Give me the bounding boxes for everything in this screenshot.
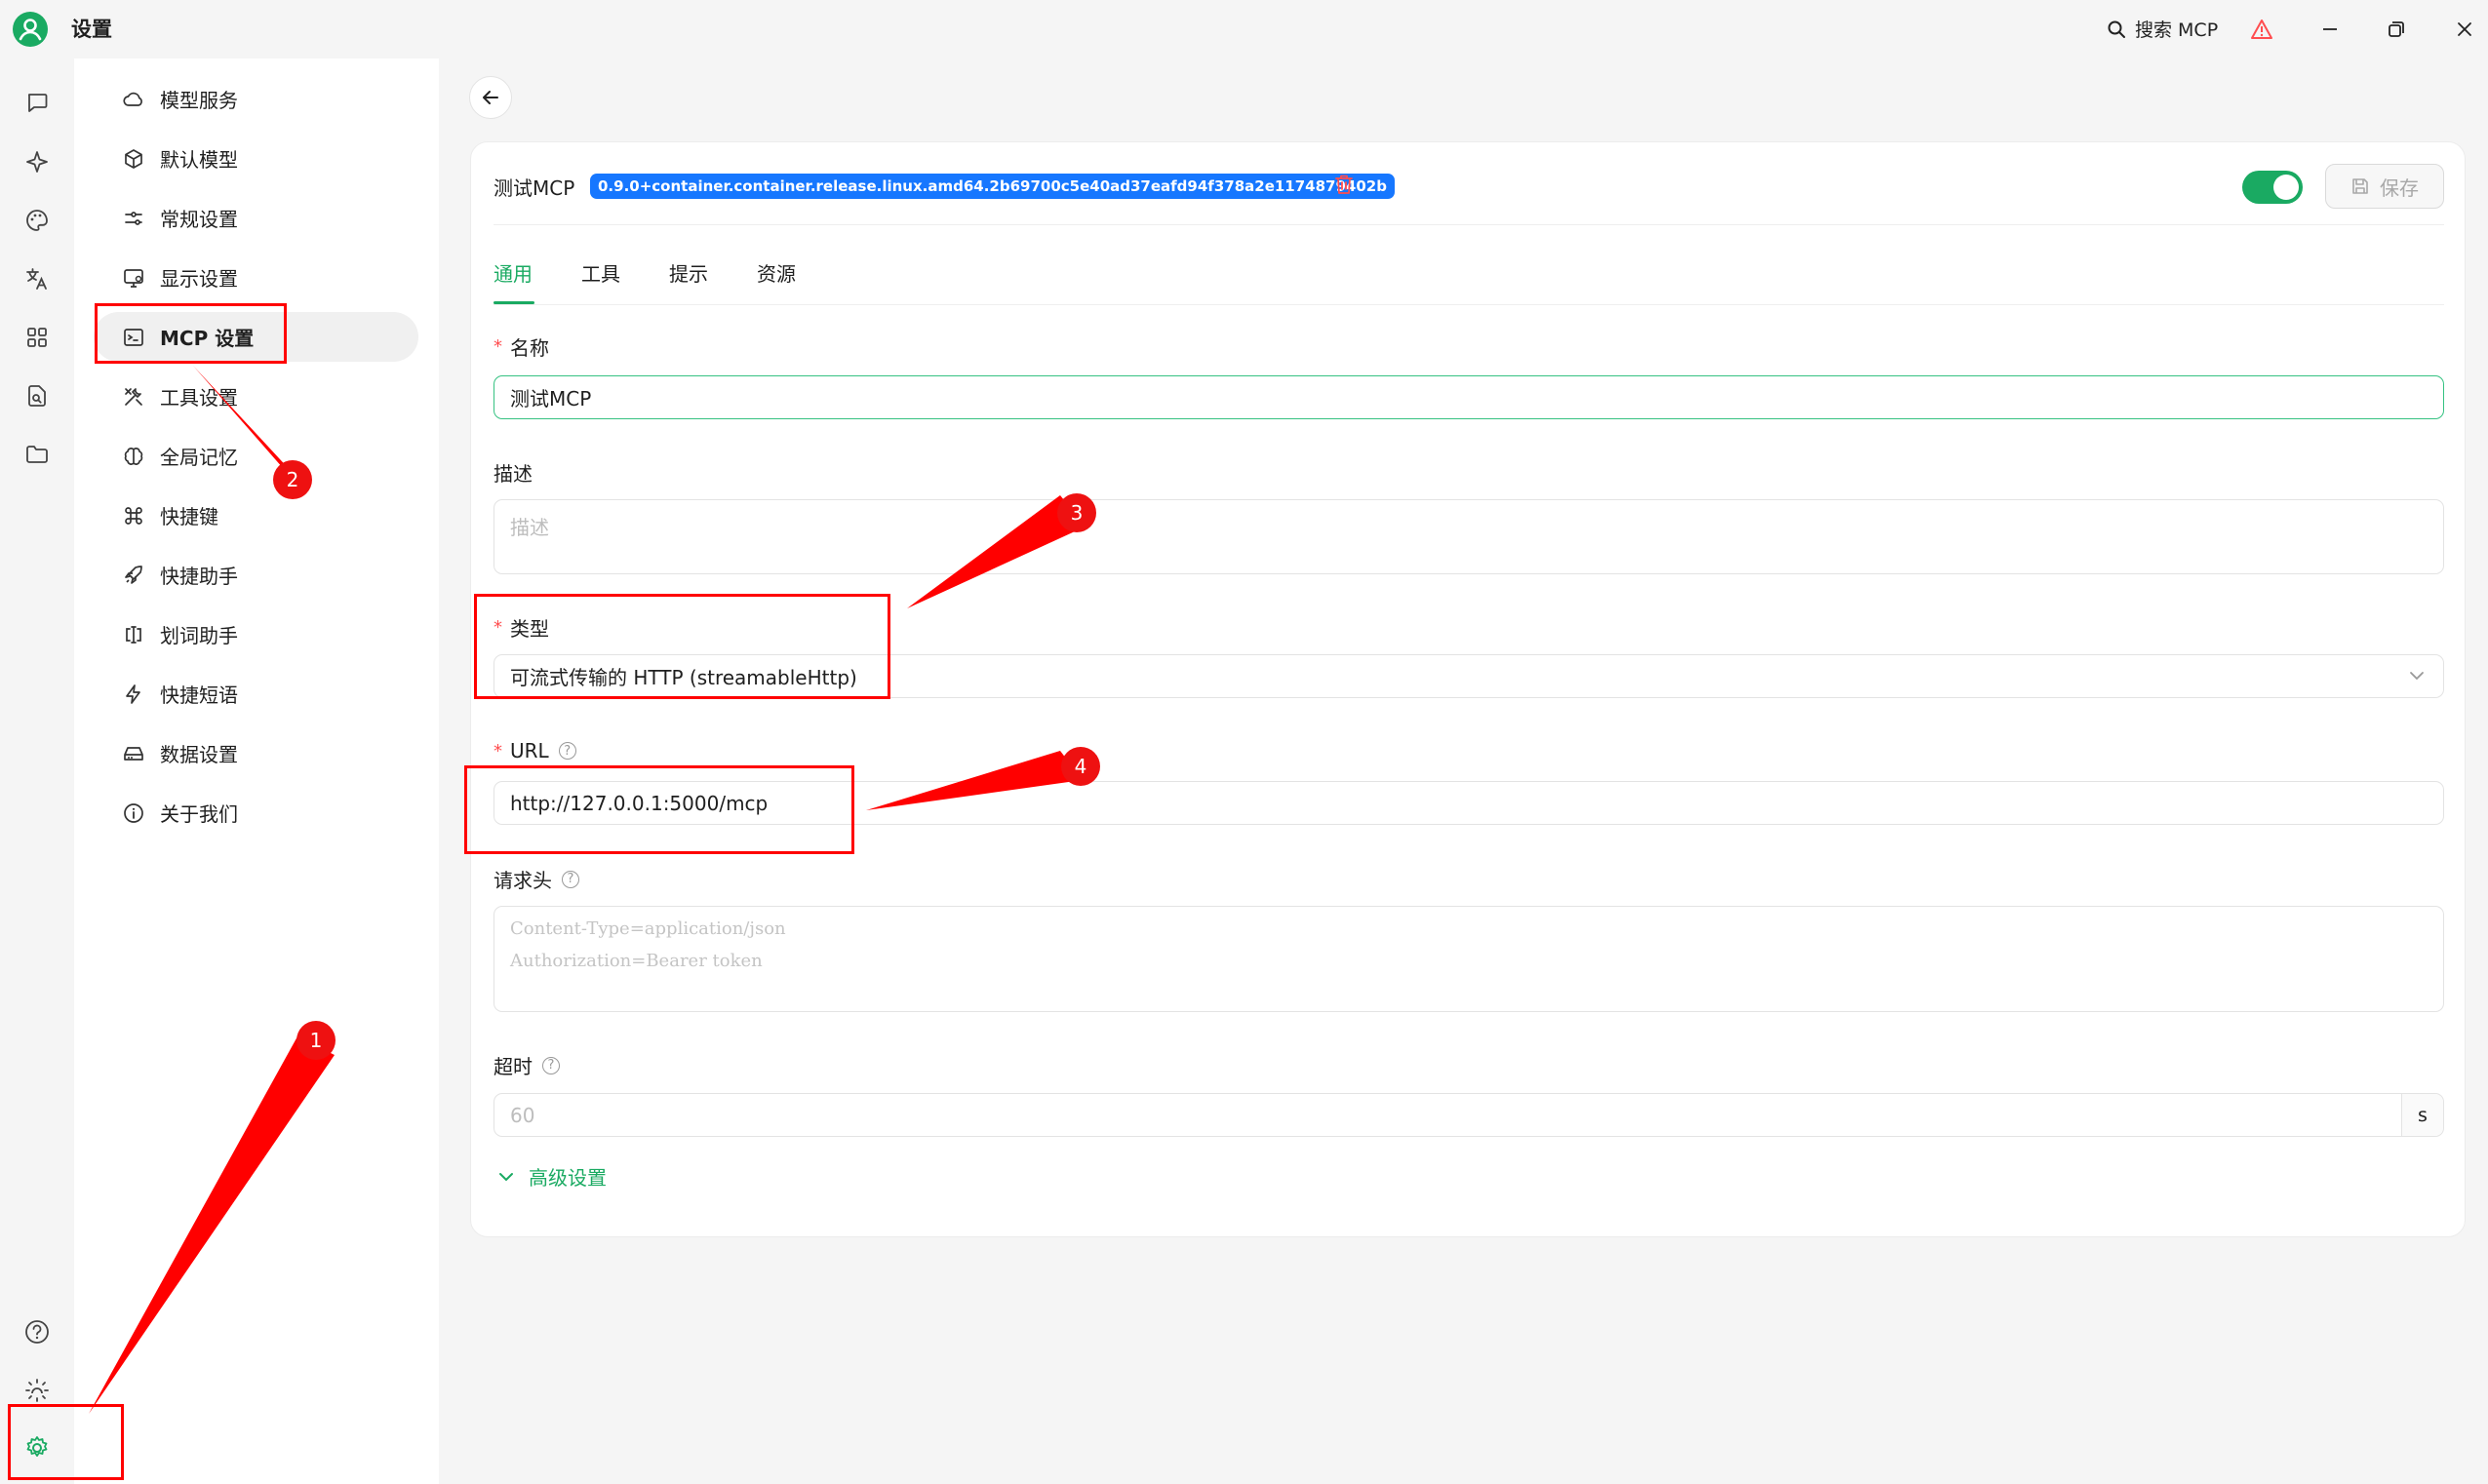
menu-item-data[interactable]: 数据设置 xyxy=(94,728,418,778)
menu-item-general[interactable]: 常规设置 xyxy=(94,193,418,243)
save-label: 保存 xyxy=(2380,176,2419,200)
menu-label: 全局记忆 xyxy=(160,446,238,469)
annotation-badge-1: 1 xyxy=(296,1021,336,1060)
annotation-badge-4: 4 xyxy=(1061,747,1100,786)
header-divider xyxy=(494,224,2444,225)
annotation-box-4 xyxy=(464,765,854,854)
menu-label: 默认模型 xyxy=(160,148,238,172)
sparkle-icon[interactable] xyxy=(20,144,55,179)
palette-icon[interactable] xyxy=(20,203,55,238)
menu-item-model-service[interactable]: 模型服务 xyxy=(94,74,418,124)
menu-label: 快捷键 xyxy=(160,505,218,528)
annotation-badge-2: 2 xyxy=(273,460,312,499)
description-label: 描述 xyxy=(494,462,533,486)
advanced-settings-toggle[interactable]: 高级设置 xyxy=(497,1162,607,1191)
search-icon xyxy=(2107,20,2126,39)
annotation-box-2 xyxy=(95,303,287,364)
tab-tools[interactable]: 工具 xyxy=(581,258,620,287)
tabs-divider xyxy=(494,304,2444,305)
menu-label: 划词助手 xyxy=(160,624,238,647)
chevron-down-icon xyxy=(2410,672,2424,681)
server-name-title: 测试MCP xyxy=(494,176,575,200)
menu-label: 快捷助手 xyxy=(160,565,238,588)
title-bar: 设置 搜索 MCP xyxy=(0,0,2488,59)
timeout-label: 超时? xyxy=(494,1051,560,1079)
menu-item-tools[interactable]: 工具设置 xyxy=(94,371,418,421)
translate-icon[interactable] xyxy=(20,261,55,296)
menu-item-about[interactable]: 关于我们 xyxy=(94,788,418,838)
chevron-down-icon xyxy=(499,1172,513,1181)
back-button[interactable] xyxy=(469,76,512,119)
menu-item-shortcuts[interactable]: 快捷键 xyxy=(94,490,418,540)
settings-menu: 模型服务 默认模型 常规设置 显示设置 MCP 设置 工具设置 全局记忆 快捷键… xyxy=(74,59,439,1484)
minimize-button[interactable] xyxy=(2312,12,2348,47)
menu-label: 关于我们 xyxy=(160,802,238,826)
brain-icon xyxy=(121,444,146,469)
theme-icon[interactable] xyxy=(20,1373,55,1408)
app-title: 设置 xyxy=(71,18,112,41)
menu-label: 显示设置 xyxy=(160,267,238,291)
menu-label: 常规设置 xyxy=(160,208,238,231)
timeout-help-icon: ? xyxy=(542,1056,560,1074)
delete-icon[interactable] xyxy=(1333,173,1355,196)
cloud-icon xyxy=(121,87,146,112)
save-button[interactable]: 保存 xyxy=(2325,164,2444,209)
user-avatar[interactable] xyxy=(13,12,48,47)
arrow-left-icon xyxy=(483,91,498,104)
menu-item-selection-assistant[interactable]: 划词助手 xyxy=(94,609,418,659)
sliders-icon xyxy=(121,206,146,231)
menu-label: 模型服务 xyxy=(160,89,238,112)
headers-label: 请求头? xyxy=(494,865,579,893)
hard-drive-icon xyxy=(121,741,146,766)
info-icon xyxy=(121,801,146,826)
menu-label: 快捷短语 xyxy=(160,683,238,707)
headers-input[interactable]: Content-Type=application/json Authorizat… xyxy=(494,906,2444,1012)
warning-icon[interactable] xyxy=(2244,12,2279,47)
enable-toggle[interactable] xyxy=(2242,171,2303,204)
file-search-icon[interactable] xyxy=(20,378,55,413)
timeout-unit: s xyxy=(2401,1094,2443,1136)
name-label: * 名称 xyxy=(494,336,549,360)
search-mcp-button[interactable]: 搜索 MCP xyxy=(2107,16,2218,42)
tab-general[interactable]: 通用 xyxy=(494,258,533,287)
annotation-badge-3: 3 xyxy=(1057,493,1096,532)
tab-prompts[interactable]: 提示 xyxy=(669,258,708,287)
help-icon[interactable] xyxy=(20,1314,55,1349)
menu-label: 数据设置 xyxy=(160,743,238,766)
menu-item-memory[interactable]: 全局记忆 xyxy=(94,431,418,481)
chat-icon[interactable] xyxy=(20,85,55,120)
apps-grid-icon[interactable] xyxy=(20,320,55,355)
rocket-icon xyxy=(121,563,146,588)
annotation-box-1 xyxy=(8,1404,124,1480)
annotation-box-3 xyxy=(474,594,890,699)
close-button[interactable] xyxy=(2447,12,2482,47)
restore-button[interactable] xyxy=(2379,12,2414,47)
url-label: * URL? xyxy=(494,739,576,762)
tools-icon xyxy=(121,384,146,410)
menu-item-default-model[interactable]: 默认模型 xyxy=(94,134,418,183)
menu-item-quick-assistant[interactable]: 快捷助手 xyxy=(94,550,418,600)
tab-resources[interactable]: 资源 xyxy=(757,258,796,287)
command-icon xyxy=(121,503,146,528)
description-input[interactable]: 描述 xyxy=(494,499,2444,574)
cube-icon xyxy=(121,146,146,172)
timeout-input[interactable]: 60 s xyxy=(494,1093,2444,1137)
search-mcp-label: 搜索 MCP xyxy=(2135,20,2219,41)
menu-label: 工具设置 xyxy=(160,386,238,410)
monitor-icon xyxy=(121,265,146,291)
url-help-icon: ? xyxy=(558,742,576,760)
name-input[interactable]: 测试MCP xyxy=(494,375,2444,419)
menu-item-display[interactable]: 显示设置 xyxy=(94,253,418,302)
headers-help-icon: ? xyxy=(562,870,579,888)
folder-icon[interactable] xyxy=(20,437,55,472)
version-badge: 0.9.0+container.container.release.linux.… xyxy=(590,174,1395,199)
text-select-icon xyxy=(121,622,146,647)
zap-icon xyxy=(121,682,146,707)
menu-item-quick-phrases[interactable]: 快捷短语 xyxy=(94,669,418,719)
save-icon xyxy=(2352,178,2368,194)
